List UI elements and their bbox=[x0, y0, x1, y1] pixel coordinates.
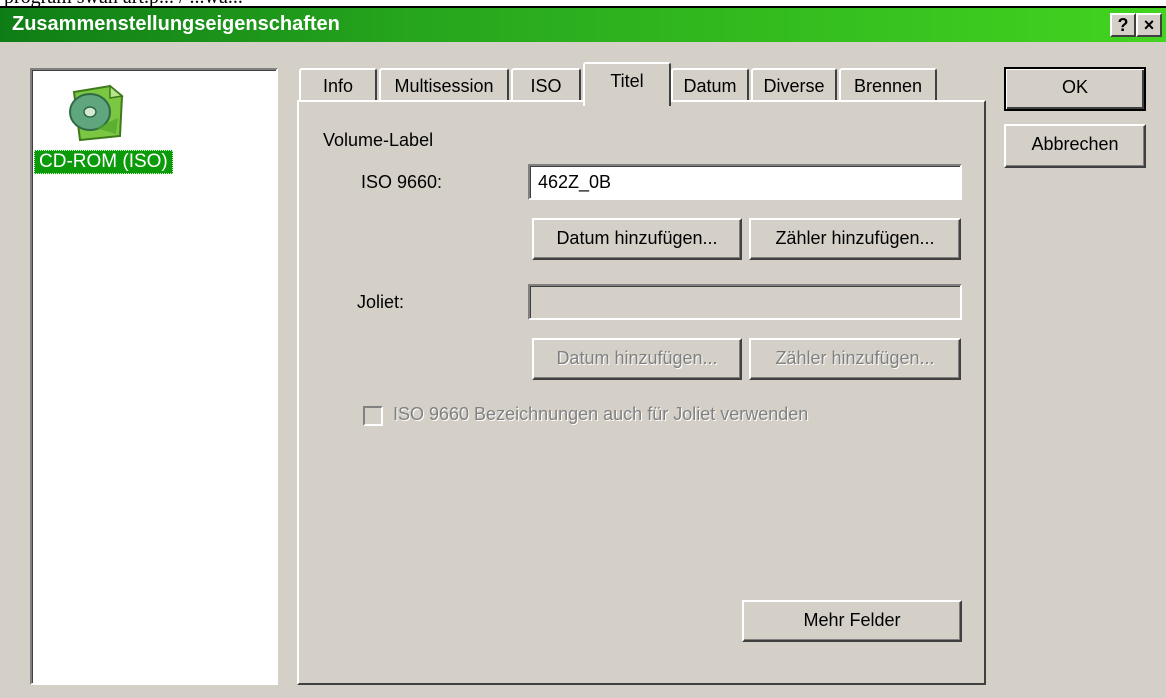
volume-label-heading: Volume-Label bbox=[323, 130, 434, 150]
ok-button[interactable]: OK bbox=[1004, 67, 1146, 111]
properties-dialog: Zusammenstellungseigenschaften ? × CD-RO… bbox=[0, 8, 1166, 698]
window-title: Zusammenstellungseigenschaften bbox=[12, 13, 340, 35]
tab-multisession[interactable]: Multisession bbox=[379, 68, 509, 104]
help-button[interactable]: ? bbox=[1110, 13, 1136, 37]
list-item-cd-rom-iso[interactable]: CD-ROM (ISO) bbox=[34, 150, 173, 174]
composition-type-list[interactable]: CD-ROM (ISO) bbox=[30, 68, 278, 685]
tab-datum[interactable]: Datum bbox=[671, 68, 749, 104]
close-button[interactable]: × bbox=[1136, 13, 1162, 37]
use-iso-names-for-joliet-label: ISO 9660 Bezeichnungen auch für Joliet v… bbox=[393, 404, 809, 424]
iso9660-input[interactable] bbox=[528, 164, 962, 200]
iso9660-label: ISO 9660: bbox=[361, 172, 443, 192]
tab-info[interactable]: Info bbox=[299, 68, 377, 104]
tab-brennen[interactable]: Brennen bbox=[839, 68, 937, 104]
tab-iso[interactable]: ISO bbox=[511, 68, 581, 104]
joliet-add-date-button[interactable]: Datum hinzufügen... bbox=[532, 338, 742, 380]
tab-diverse[interactable]: Diverse bbox=[751, 68, 837, 104]
cd-document-icon bbox=[66, 78, 130, 142]
iso9660-add-date-button[interactable]: Datum hinzufügen... bbox=[532, 218, 742, 260]
cancel-button[interactable]: Abbrechen bbox=[1004, 124, 1146, 168]
more-fields-button[interactable]: Mehr Felder bbox=[742, 600, 962, 642]
iso9660-add-counter-button[interactable]: Zähler hinzufügen... bbox=[749, 218, 961, 260]
joliet-add-counter-button[interactable]: Zähler hinzufügen... bbox=[749, 338, 961, 380]
tab-titel[interactable]: Titel bbox=[583, 62, 671, 106]
joliet-input[interactable] bbox=[528, 284, 962, 320]
titel-tab-panel: Volume-Label ISO 9660: Datum hinzufügen.… bbox=[297, 100, 986, 685]
joliet-label: Joliet: bbox=[357, 292, 405, 312]
use-iso-names-for-joliet-checkbox[interactable] bbox=[363, 406, 383, 426]
title-bar[interactable]: Zusammenstellungseigenschaften ? × bbox=[0, 8, 1166, 42]
